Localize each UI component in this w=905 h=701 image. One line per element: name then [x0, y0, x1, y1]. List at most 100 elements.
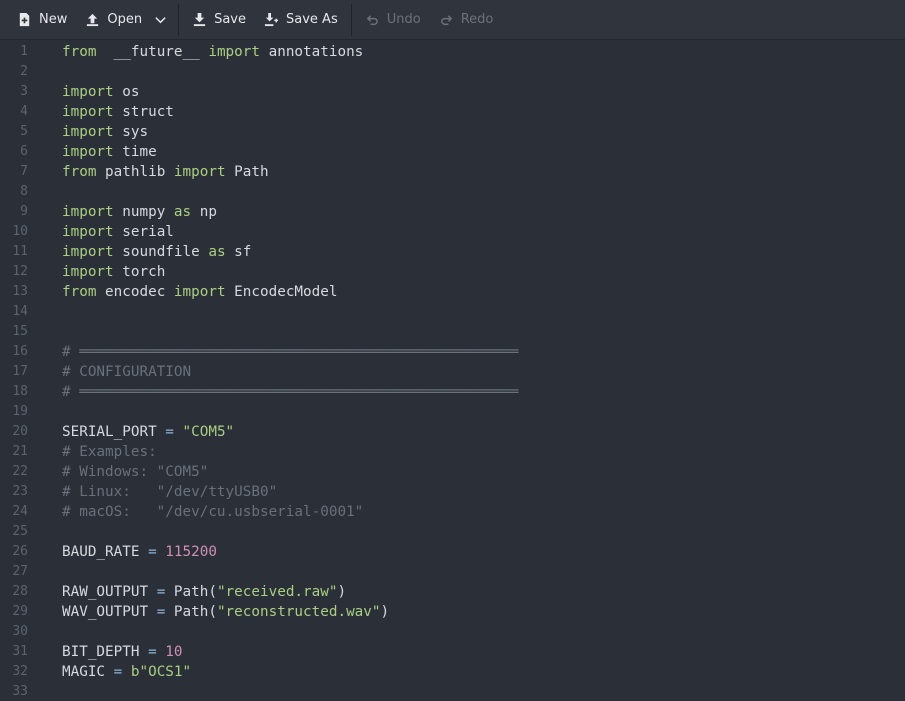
- code-line[interactable]: 28 RAW_OUTPUT = Path("received.raw"): [0, 582, 905, 602]
- code-token: as: [173, 204, 192, 220]
- code-line[interactable]: 19: [0, 402, 905, 422]
- line-code: SERIAL_PORT = "COM5": [62, 422, 234, 442]
- code-line[interactable]: 4 import struct: [0, 102, 905, 122]
- line-number: 8: [20, 184, 28, 199]
- line-number: 26: [12, 544, 28, 559]
- code-token: pathlib: [96, 164, 174, 180]
- code-line[interactable]: 20 SERIAL_PORT = "COM5": [0, 422, 905, 442]
- code-token: import: [62, 124, 114, 140]
- line-number: 12: [12, 264, 28, 279]
- code-token: import: [173, 284, 226, 300]
- gutter-gap: [32, 562, 62, 582]
- code-line[interactable]: 5 import sys: [0, 122, 905, 142]
- code-token: sf: [225, 244, 252, 260]
- redo-button[interactable]: Redo: [430, 5, 503, 35]
- code-line[interactable]: 21 # Examples:: [0, 442, 905, 462]
- gutter-gap: [32, 482, 62, 502]
- code-token: serial: [113, 224, 174, 240]
- line-code: import struct: [62, 102, 174, 122]
- code-line[interactable]: 25: [0, 522, 905, 542]
- code-line[interactable]: 14: [0, 302, 905, 322]
- code-line[interactable]: 22 # Windows: "COM5": [0, 462, 905, 482]
- save-button[interactable]: Save: [183, 5, 255, 35]
- code-line[interactable]: 24 # macOS: "/dev/cu.usbserial-0001": [0, 502, 905, 522]
- toolbar: New Open Save Save As Undo Redo: [0, 0, 905, 40]
- code-line[interactable]: 2: [0, 62, 905, 82]
- new-button[interactable]: New: [8, 5, 76, 35]
- code-token: Path(: [165, 584, 217, 600]
- chevron-down-icon: [155, 17, 166, 24]
- code-token: struct: [113, 104, 174, 120]
- code-line[interactable]: 13 from encodec import EncodecModel: [0, 282, 905, 302]
- code-line[interactable]: 17 # CONFIGURATION: [0, 362, 905, 382]
- gutter-gap: [32, 422, 62, 442]
- open-dropdown-button[interactable]: [151, 5, 174, 35]
- code-line[interactable]: 6 import time: [0, 142, 905, 162]
- code-line[interactable]: 9 import numpy as np: [0, 202, 905, 222]
- line-number: 17: [12, 364, 28, 379]
- code-token: import: [62, 264, 114, 280]
- code-line[interactable]: 26 BAUD_RATE = 115200: [0, 542, 905, 562]
- gutter-gap: [32, 122, 62, 142]
- code-token: encodec: [96, 284, 174, 300]
- code-line[interactable]: 1 from __future__ import annotations: [0, 42, 905, 62]
- code-token: import: [62, 244, 114, 260]
- code-line[interactable]: 32 MAGIC = b"OCS1": [0, 662, 905, 682]
- code-line[interactable]: 7 from pathlib import Path: [0, 162, 905, 182]
- code-editor[interactable]: 1 from __future__ import annotations 2 3 imp…: [0, 41, 905, 701]
- code-line[interactable]: 33: [0, 682, 905, 701]
- gutter-gap: [32, 62, 62, 82]
- gutter-gap: [32, 142, 62, 162]
- line-number: 20: [12, 424, 28, 439]
- line-number: 33: [12, 684, 28, 699]
- code-line[interactable]: 23 # Linux: "/dev/ttyUSB0": [0, 482, 905, 502]
- gutter-gap: [32, 222, 62, 242]
- code-line[interactable]: 27: [0, 562, 905, 582]
- code-line[interactable]: 8: [0, 182, 905, 202]
- gutter-gap: [32, 322, 62, 342]
- code-token: WAV_OUTPUT: [62, 604, 157, 620]
- code-token: import: [62, 204, 114, 220]
- line-number: 10: [12, 224, 28, 239]
- open-button[interactable]: Open: [76, 5, 151, 35]
- line-code: from __future__ import annotations: [62, 42, 363, 62]
- code-line[interactable]: 10 import serial: [0, 222, 905, 242]
- line-number: 21: [12, 444, 28, 459]
- line-number: 11: [12, 244, 28, 259]
- code-line[interactable]: 30: [0, 622, 905, 642]
- line-number: 16: [12, 344, 28, 359]
- line-number: 14: [12, 304, 28, 319]
- line-code: BAUD_RATE = 115200: [62, 542, 217, 562]
- code-token: __future__: [96, 44, 209, 60]
- code-token: "COM5": [182, 424, 235, 440]
- gutter-gap: [32, 362, 62, 382]
- code-token: annotations: [260, 44, 364, 60]
- line-number: 13: [12, 284, 28, 299]
- code-line[interactable]: 16 # ════════════════════════════════════…: [0, 342, 905, 362]
- save-as-button[interactable]: Save As: [255, 5, 347, 35]
- gutter-gap: [32, 382, 62, 402]
- line-code: import torch: [62, 262, 165, 282]
- code-line[interactable]: 31 BIT_DEPTH = 10: [0, 642, 905, 662]
- code-line[interactable]: 12 import torch: [0, 262, 905, 282]
- redo-icon: [440, 15, 452, 25]
- code-line[interactable]: 11 import soundfile as sf: [0, 242, 905, 262]
- line-code: import sys: [62, 122, 148, 142]
- code-line[interactable]: 15: [0, 322, 905, 342]
- code-line[interactable]: 29 WAV_OUTPUT = Path("reconstructed.wav"): [0, 602, 905, 622]
- code-line[interactable]: 3 import os: [0, 82, 905, 102]
- gutter-gap: [32, 402, 62, 422]
- code-line[interactable]: 18 # ════════════════════════════════════…: [0, 382, 905, 402]
- code-token: BAUD_RATE: [62, 544, 149, 560]
- code-token: import: [62, 144, 114, 160]
- code-token: =: [148, 544, 157, 560]
- gutter-gap: [32, 682, 62, 701]
- code-token: sys: [113, 124, 149, 140]
- undo-button[interactable]: Undo: [356, 5, 430, 35]
- gutter-gap: [32, 282, 62, 302]
- new-file-icon: [19, 12, 30, 27]
- line-code: from pathlib import Path: [62, 162, 269, 182]
- download-icon: [193, 12, 206, 27]
